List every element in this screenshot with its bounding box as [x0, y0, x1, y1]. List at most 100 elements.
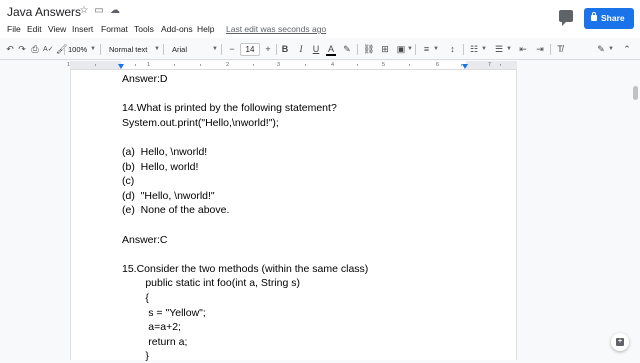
separator: [221, 44, 222, 55]
undo-icon[interactable]: ↶: [5, 43, 15, 56]
separator: [163, 44, 164, 55]
document-line: 14.What is printed by the following stat…: [122, 102, 337, 115]
ruler-tick: [357, 64, 358, 66]
increase-font-size-icon[interactable]: +: [263, 43, 273, 56]
menu-bar: File Edit View Insert Format Tools Add-o…: [0, 21, 640, 38]
comment-add-icon[interactable]: ⊞: [380, 43, 390, 56]
document-line: Answer:C: [122, 233, 168, 246]
ruler-tick: [135, 64, 136, 66]
star-icon[interactable]: ☆: [79, 6, 89, 16]
separator: [463, 44, 464, 55]
spellcheck-icon[interactable]: A✓: [43, 43, 54, 56]
bulleted-list-icon[interactable]: ☰: [494, 43, 504, 56]
share-button[interactable]: Share: [584, 8, 634, 29]
font-size-input[interactable]: 14: [240, 43, 260, 56]
separator: [550, 44, 551, 55]
ruler-number: 4: [331, 62, 335, 68]
ruler-right-margin: [466, 61, 517, 69]
document-line: (d) "Hello, \nworld!": [122, 189, 215, 202]
chevron-down-icon: ▼: [506, 46, 512, 52]
redo-icon[interactable]: ↷: [17, 43, 27, 56]
separator: [64, 44, 65, 55]
document-line: (b) Hello, world!: [122, 160, 199, 173]
underline-icon[interactable]: U: [311, 43, 321, 56]
chevron-down-icon: ▼: [481, 46, 487, 52]
style-select[interactable]: Normal text: [109, 43, 147, 56]
document-line: public static int foo(int a, String s): [122, 277, 300, 290]
ruler: [70, 61, 517, 70]
document-line: s = "Yellow";: [122, 306, 206, 319]
chevron-down-icon: ▼: [407, 46, 413, 52]
document-line: System.out.print("Hello,\nworld!");: [122, 116, 279, 129]
move-folder-icon[interactable]: ▭: [94, 6, 104, 16]
menu-view[interactable]: View: [48, 24, 66, 34]
align-icon[interactable]: ≡: [421, 43, 432, 56]
ruler-tick: [253, 64, 254, 66]
font-select[interactable]: Arial: [172, 43, 187, 56]
ruler-number: 7: [488, 62, 492, 68]
separator: [357, 44, 358, 55]
editing-mode-icon[interactable]: ✎: [596, 43, 606, 56]
ruler-tick: [409, 64, 410, 66]
document-line: {: [122, 292, 149, 304]
ruler-number: 1: [67, 62, 71, 68]
menu-addons[interactable]: Add-ons: [161, 24, 193, 34]
right-indent-marker[interactable]: [462, 64, 468, 69]
explore-icon: +: [616, 338, 624, 346]
menu-file[interactable]: File: [7, 24, 21, 34]
menu-tools[interactable]: Tools: [134, 24, 154, 34]
comment-history-icon[interactable]: [559, 10, 573, 26]
ruler-tick: [500, 64, 501, 66]
separator: [276, 44, 277, 55]
vertical-scrollbar[interactable]: [631, 70, 640, 360]
ruler-tick: [305, 64, 306, 66]
document-line: 15.Consider the two methods (within the …: [122, 262, 369, 275]
chevron-down-icon: ▼: [608, 46, 614, 52]
title-bar: Java Answers ☆ ▭ ☁: [0, 0, 640, 21]
print-icon[interactable]: ⎙: [30, 43, 40, 56]
chevron-down-icon: ▼: [154, 46, 160, 52]
ruler-number: 5: [382, 62, 386, 68]
document-line: (e) None of the above.: [122, 204, 230, 217]
document-line: return a;: [122, 335, 188, 348]
document-line: }: [122, 350, 149, 363]
menu-help[interactable]: Help: [197, 24, 214, 34]
line-spacing-icon[interactable]: ↕: [447, 43, 458, 56]
increase-indent-icon[interactable]: ⇥: [535, 43, 545, 56]
document-line: (a) Hello, \nworld!: [122, 146, 208, 158]
chevron-down-icon: ▼: [90, 46, 96, 52]
menu-insert[interactable]: Insert: [72, 24, 93, 34]
decrease-indent-icon[interactable]: ⇤: [518, 43, 528, 56]
document-line: Answer:D: [122, 73, 168, 85]
collapse-icon[interactable]: ⌃: [622, 43, 632, 56]
ruler-number: 3: [277, 62, 281, 68]
ruler-tick: [200, 64, 201, 66]
doc-title[interactable]: Java Answers: [7, 5, 81, 19]
separator: [100, 44, 101, 55]
zoom-select[interactable]: 100%: [68, 43, 87, 56]
italic-icon[interactable]: I: [296, 43, 306, 56]
ruler-number: 6: [436, 62, 440, 68]
ruler-tick: [95, 64, 96, 66]
menu-edit[interactable]: Edit: [27, 24, 42, 34]
bold-icon[interactable]: B: [280, 43, 290, 56]
image-icon[interactable]: ▣: [396, 43, 406, 56]
scrollbar-thumb[interactable]: [633, 86, 638, 100]
text-color-icon[interactable]: A: [326, 43, 336, 56]
cloud-status-icon[interactable]: ☁: [110, 6, 120, 16]
share-label: Share: [601, 13, 625, 23]
clear-format-icon[interactable]: T̸: [555, 43, 565, 56]
left-indent-marker[interactable]: [118, 64, 124, 69]
numbered-list-icon[interactable]: ☷: [469, 43, 479, 56]
menu-format[interactable]: Format: [101, 24, 128, 34]
toolbar: ↶ ↷ ⎙ A✓ 🖌 100% ▼ Normal text ▼ Arial ▼ …: [0, 39, 640, 60]
ruler-tick: [174, 64, 175, 66]
last-edit-link[interactable]: Last edit was seconds ago: [226, 24, 326, 34]
highlight-icon[interactable]: ✎: [342, 43, 352, 56]
decrease-font-size-icon[interactable]: −: [227, 43, 237, 56]
link-icon[interactable]: ⛓: [363, 43, 374, 56]
document-line: a=a+2;: [122, 321, 181, 334]
ruler-number: 2: [226, 62, 230, 68]
explore-button[interactable]: +: [611, 333, 629, 351]
separator: [415, 44, 416, 55]
